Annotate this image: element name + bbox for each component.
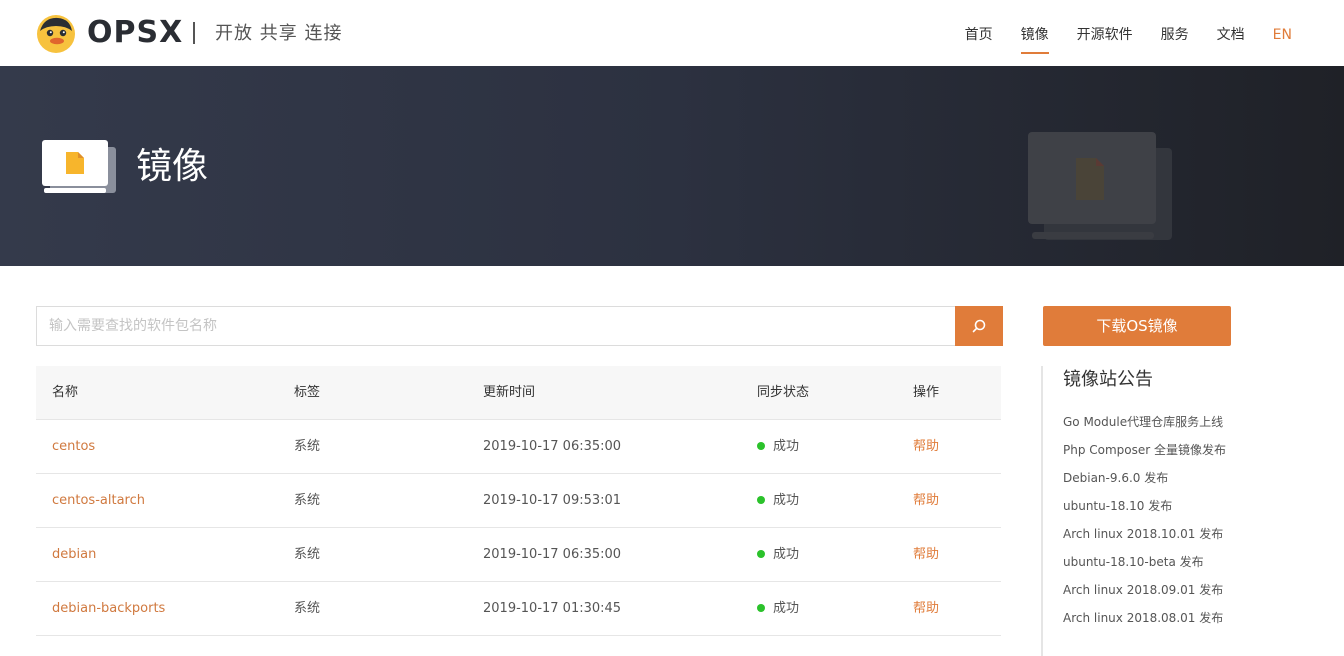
mirror-sync-status: 成功 [757,528,799,581]
notice-list: Go Module代理仓库服务上线 Php Composer 全量镜像发布 De… [1063,408,1226,632]
search-input[interactable] [37,307,955,345]
mirror-updated-time: 2019-10-17 06:35:00 [483,547,622,562]
notice-divider [1041,366,1043,656]
notice-item[interactable]: Arch linux 2018.08.01 发布 [1063,604,1226,632]
nav-open-source[interactable]: 开源软件 [1077,24,1133,46]
download-os-image-button[interactable]: 下载OS镜像 [1043,306,1231,346]
table-header: 名称 标签 更新时间 同步状态 操作 [36,366,1001,420]
mirror-table: 名称 标签 更新时间 同步状态 操作 centos 系统 2019-10-17 … [36,366,1001,636]
status-dot-icon [757,441,765,450]
header-sync-status: 同步状态 [757,385,810,400]
status-text: 成功 [773,493,800,508]
brand-divider [193,22,195,44]
help-link[interactable]: 帮助 [913,474,939,527]
status-text: 成功 [773,601,800,616]
table-row: centos 系统 2019-10-17 06:35:00 成功 帮助 [36,420,1001,474]
brand-name[interactable]: OPSX [87,14,183,52]
mirror-tag: 系统 [294,439,321,454]
opsx-logo-icon[interactable] [36,13,76,53]
document-monitor-icon [42,140,116,193]
mirror-name-link[interactable]: debian-backports [52,582,165,635]
notice-item[interactable]: Php Composer 全量镜像发布 [1063,436,1226,464]
mirror-tag: 系统 [294,493,321,508]
decorative-document-icon [1028,132,1172,240]
notice-item[interactable]: ubuntu-18.10 发布 [1063,492,1226,520]
site-header: OPSX 开放 共享 连接 首页 镜像 开源软件 服务 文档 EN [0,0,1344,66]
header-action: 操作 [913,385,940,400]
table-row: debian-backports 系统 2019-10-17 01:30:45 … [36,582,1001,636]
nav-mirrors[interactable]: 镜像 [1020,24,1049,54]
status-dot-icon [757,549,765,558]
brand-tagline: 开放 共享 连接 [215,23,343,44]
help-link[interactable]: 帮助 [913,420,939,473]
page-title: 镜像 [136,146,209,187]
mirror-name-link[interactable]: debian [52,528,96,581]
mirror-updated-time: 2019-10-17 01:30:45 [483,601,622,616]
notice-title: 镜像站公告 [1063,369,1153,390]
table-row: debian 系统 2019-10-17 06:35:00 成功 帮助 [36,528,1001,582]
mirror-updated-time: 2019-10-17 06:35:00 [483,439,622,454]
mirror-sync-status: 成功 [757,582,799,635]
header-updated: 更新时间 [483,385,536,400]
status-text: 成功 [773,547,800,562]
nav-services[interactable]: 服务 [1161,24,1189,46]
mirror-sync-status: 成功 [757,474,799,527]
mirror-name-link[interactable]: centos-altarch [52,474,145,527]
status-dot-icon [757,495,765,504]
mirror-tag: 系统 [294,601,321,616]
status-dot-icon [757,603,765,612]
nav-docs[interactable]: 文档 [1217,24,1245,46]
status-text: 成功 [773,439,800,454]
notice-item[interactable]: Arch linux 2018.10.01 发布 [1063,520,1226,548]
header-tag: 标签 [294,385,321,400]
nav-home[interactable]: 首页 [965,24,993,46]
mirror-sync-status: 成功 [757,420,799,473]
notice-item[interactable]: Debian-9.6.0 发布 [1063,464,1226,492]
search-box [36,306,955,346]
mirror-updated-time: 2019-10-17 09:53:01 [483,493,622,508]
search-icon [972,319,986,333]
page-banner: 镜像 [0,66,1344,266]
main-nav: 首页 镜像 开源软件 服务 文档 EN [937,24,1292,54]
search-button[interactable] [955,306,1003,346]
header-name: 名称 [52,385,79,400]
help-link[interactable]: 帮助 [913,582,939,635]
table-row: centos-altarch 系统 2019-10-17 09:53:01 成功… [36,474,1001,528]
notice-item[interactable]: Go Module代理仓库服务上线 [1063,408,1226,436]
help-link[interactable]: 帮助 [913,528,939,581]
nav-language-en[interactable]: EN [1273,24,1292,46]
mirror-name-link[interactable]: centos [52,420,95,473]
notice-item[interactable]: ubuntu-18.10-beta 发布 [1063,548,1226,576]
mirror-tag: 系统 [294,547,321,562]
notice-item[interactable]: Arch linux 2018.09.01 发布 [1063,576,1226,604]
